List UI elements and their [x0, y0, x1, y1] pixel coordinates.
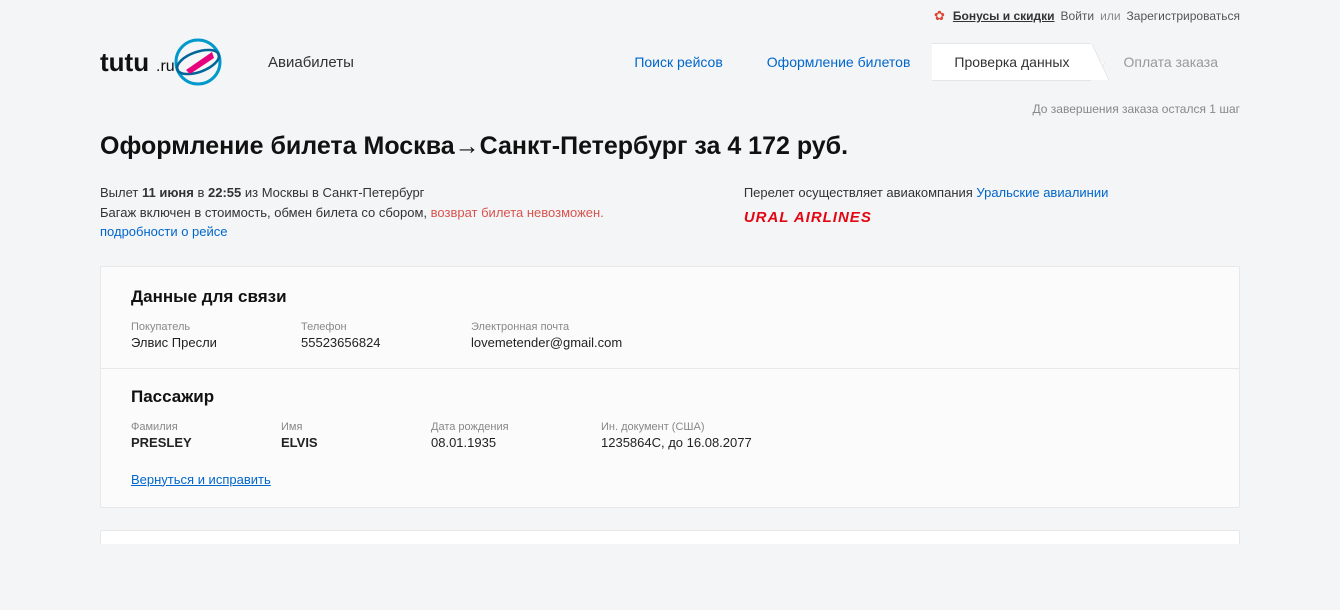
ural-airlines-logo: URAL AIRLINES [744, 207, 1109, 230]
departure-time: 22:55 [208, 185, 241, 200]
title-from: Москва [364, 132, 455, 160]
phone-value: 55523656824 [301, 335, 411, 350]
steps-remaining: До завершения заказа остался 1 шаг [0, 100, 1340, 132]
flight-info: Вылет 11 июня в 22:55 из Москвы в Санкт-… [100, 183, 1240, 242]
next-panel-peek [100, 530, 1240, 544]
arrow-right-icon: → [455, 132, 480, 160]
login-link[interactable]: Войти [1061, 9, 1095, 23]
top-bar: ✿ Бонусы и скидки Войти или Зарегистриро… [0, 0, 1340, 28]
surname-value: PRESLEY [131, 435, 221, 450]
airline-link[interactable]: Уральские авиалинии [976, 185, 1108, 200]
name-block: Имя ELVIS [281, 421, 371, 450]
content: Оформление билета Москва→Санкт-Петербург… [0, 132, 1340, 544]
email-block: Электронная почта lovemetender@gmail.com [471, 321, 622, 350]
airline-info: Перелет осуществляет авиакомпания Уральс… [744, 183, 1109, 242]
doc-value: 1235864С, до 16.08.2077 [601, 435, 752, 450]
phone-block: Телефон 55523656824 [301, 321, 411, 350]
back-edit-link[interactable]: Вернуться и исправить [131, 472, 271, 487]
svg-text:tutu: tutu [100, 47, 149, 77]
name-value: ELVIS [281, 435, 371, 450]
dob-block: Дата рождения 08.01.1935 [431, 421, 541, 450]
dob-label: Дата рождения [431, 421, 541, 433]
divider [101, 368, 1239, 369]
name-label: Имя [281, 421, 371, 433]
buyer-label: Покупатель [131, 321, 241, 333]
buyer-block: Покупатель Элвис Пресли [131, 321, 241, 350]
flight-summary: Вылет 11 июня в 22:55 из Москвы в Санкт-… [100, 183, 604, 242]
contact-row: Покупатель Элвис Пресли Телефон 55523656… [131, 321, 1209, 350]
title-to: Санкт-Петербург [480, 132, 688, 160]
bonus-link[interactable]: Бонусы и скидки [953, 9, 1055, 23]
departure-prefix: Вылет [100, 185, 142, 200]
auth-separator: или [1100, 9, 1120, 23]
wizard-step-search[interactable]: Поиск рейсов [612, 44, 744, 80]
buyer-value: Элвис Пресли [131, 335, 241, 350]
logo-block[interactable]: tutu .ru [100, 36, 250, 88]
page-title: Оформление билета Москва→Санкт-Петербург… [100, 132, 1240, 161]
wizard-step-booking[interactable]: Оформление билетов [745, 44, 933, 80]
surname-block: Фамилия PRESLEY [131, 421, 221, 450]
title-prefix: Оформление билета [100, 132, 364, 160]
section-label: Авиабилеты [268, 54, 354, 71]
surname-label: Фамилия [131, 421, 221, 433]
wizard-step-review: Проверка данных [932, 43, 1091, 81]
wizard: Поиск рейсов Оформление билетов Проверка… [612, 43, 1240, 81]
gift-icon: ✿ [934, 8, 945, 24]
title-price: за 4 172 руб. [687, 132, 848, 160]
register-link[interactable]: Зарегистрироваться [1127, 9, 1240, 23]
noreturn-text: возврат билета невозможен. [431, 205, 604, 220]
contact-heading: Данные для связи [131, 287, 1209, 307]
baggage-text: Багаж включен в стоимость, обмен билета … [100, 205, 431, 220]
header: tutu .ru Авиабилеты Поиск рейсов Оформле… [0, 28, 1340, 100]
phone-label: Телефон [301, 321, 411, 333]
departure-date: 11 июня [142, 185, 194, 200]
dob-value: 08.01.1935 [431, 435, 541, 450]
tutu-logo: tutu .ru [100, 36, 250, 88]
review-panel: Данные для связи Покупатель Элвис Пресли… [100, 266, 1240, 508]
svg-text:.ru: .ru [156, 58, 175, 75]
passenger-row: Фамилия PRESLEY Имя ELVIS Дата рождения … [131, 421, 1209, 450]
departure-route: из Москвы в Санкт-Петербург [241, 185, 424, 200]
doc-block: Ин. документ (США) 1235864С, до 16.08.20… [601, 421, 752, 450]
email-label: Электронная почта [471, 321, 622, 333]
departure-at: в [194, 185, 208, 200]
passenger-heading: Пассажир [131, 387, 1209, 407]
doc-label: Ин. документ (США) [601, 421, 752, 433]
wizard-step-payment: Оплата заказа [1101, 44, 1240, 80]
operated-by-text: Перелет осуществляет авиакомпания [744, 185, 977, 200]
email-value: lovemetender@gmail.com [471, 335, 622, 350]
flight-details-link[interactable]: подробности о рейсе [100, 224, 228, 239]
